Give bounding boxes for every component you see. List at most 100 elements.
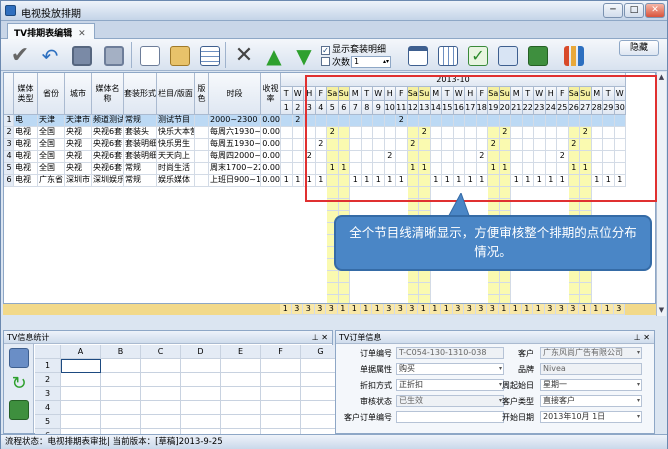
chart-button[interactable] xyxy=(559,41,587,69)
row-cell-media[interactable]: 电视 xyxy=(14,175,38,187)
schedule-day-cell[interactable] xyxy=(511,115,523,127)
row-cell-program[interactable]: 测试节目 xyxy=(157,115,195,127)
schedule-day-cell[interactable] xyxy=(361,127,373,139)
schedule-day-cell[interactable] xyxy=(580,139,592,151)
row-cell-color[interactable] xyxy=(195,151,209,163)
schedule-day-cell[interactable]: 2 xyxy=(304,151,316,163)
schedule-day-cell[interactable] xyxy=(373,163,385,175)
schedule-day-cell[interactable] xyxy=(338,151,350,163)
row-cell-program[interactable]: 快乐大本营 xyxy=(157,127,195,139)
schedule-day-cell[interactable] xyxy=(419,139,431,151)
sheet-cell[interactable] xyxy=(101,359,141,373)
row-cell-package[interactable]: 常规 xyxy=(124,115,157,127)
schedule-day-cell[interactable] xyxy=(304,127,316,139)
row-cell-slot[interactable]: 每周五1930~22 xyxy=(209,139,261,151)
schedule-day-cell[interactable] xyxy=(545,115,557,127)
schedule-day-cell[interactable] xyxy=(407,175,419,187)
sheet-cell[interactable] xyxy=(181,359,221,373)
schedule-day-cell[interactable] xyxy=(338,175,350,187)
day-header[interactable]: 12 xyxy=(407,101,419,115)
schedule-day-cell[interactable] xyxy=(488,115,500,127)
row-cell-channel[interactable]: 央视6套 xyxy=(92,139,124,151)
row-cell-num[interactable]: 3 xyxy=(4,139,14,151)
schedule-day-cell[interactable] xyxy=(327,139,339,151)
count-checkbox[interactable]: 次数 xyxy=(321,55,350,68)
schedule-day-cell[interactable] xyxy=(407,115,419,127)
row-cell-city[interactable]: 央视 xyxy=(65,151,92,163)
row-cell-province[interactable]: 全国 xyxy=(38,163,65,175)
schedule-day-cell[interactable] xyxy=(315,115,327,127)
schedule-day-cell[interactable]: 1 xyxy=(488,163,500,175)
schedule-day-cell[interactable]: 2 xyxy=(419,127,431,139)
minimize-button[interactable]: ─ xyxy=(603,3,623,18)
schedule-day-cell[interactable] xyxy=(373,115,385,127)
schedule-day-cell[interactable] xyxy=(511,163,523,175)
schedule-day-cell[interactable] xyxy=(453,163,465,175)
row-cell-rating[interactable]: 0.00 xyxy=(261,151,281,163)
sheet-row-header[interactable]: 5 xyxy=(35,415,61,429)
schedule-day-cell[interactable]: 1 xyxy=(361,175,373,187)
sheet-cell[interactable] xyxy=(181,401,221,415)
schedule-day-cell[interactable] xyxy=(350,151,362,163)
schedule-day-cell[interactable] xyxy=(396,163,408,175)
day-header[interactable]: 3 xyxy=(304,101,316,115)
schedule-day-cell[interactable] xyxy=(603,139,615,151)
schedule-day-cell[interactable] xyxy=(499,139,511,151)
sheet-cell[interactable] xyxy=(101,415,141,429)
column-header[interactable]: 收视率 xyxy=(261,73,281,115)
schedule-day-cell[interactable] xyxy=(545,163,557,175)
schedule-day-cell[interactable]: 1 xyxy=(304,175,316,187)
schedule-day-cell[interactable] xyxy=(419,175,431,187)
refresh-icon[interactable]: ↻ xyxy=(9,374,29,394)
customer-field[interactable]: 广东风尚广告有限公司 ▾ xyxy=(540,347,642,359)
schedule-day-cell[interactable]: 2 xyxy=(407,139,419,151)
day-header[interactable]: 28 xyxy=(591,101,603,115)
vertical-scrollbar[interactable]: ▲ ▼ xyxy=(656,72,666,316)
schedule-day-cell[interactable] xyxy=(315,163,327,175)
day-header[interactable]: 19 xyxy=(488,101,500,115)
row-cell-city[interactable]: 央视 xyxy=(65,163,92,175)
row-cell-slot[interactable]: 上班日900~120 xyxy=(209,175,261,187)
schedule-day-cell[interactable] xyxy=(557,163,569,175)
day-header[interactable]: 8 xyxy=(361,101,373,115)
day-header[interactable]: 11 xyxy=(396,101,408,115)
row-cell-package[interactable]: 常规 xyxy=(124,163,157,175)
schedule-day-cell[interactable] xyxy=(453,139,465,151)
schedule-day-cell[interactable] xyxy=(534,139,546,151)
sheet-row-header[interactable]: 4 xyxy=(35,401,61,415)
sheet-cell[interactable] xyxy=(261,359,301,373)
column-header[interactable]: 省份 xyxy=(38,73,65,115)
column-header[interactable]: 媒体类型 xyxy=(14,73,38,115)
schedule-day-cell[interactable]: 2 xyxy=(384,151,396,163)
schedule-day-cell[interactable] xyxy=(545,151,557,163)
schedule-day-cell[interactable]: 1 xyxy=(419,163,431,175)
hide-button[interactable]: 隐藏 xyxy=(619,40,659,56)
row-cell-media[interactable]: 电 xyxy=(14,115,38,127)
day-header[interactable]: 26 xyxy=(568,101,580,115)
sheet-cell[interactable] xyxy=(261,373,301,387)
day-header[interactable]: 25 xyxy=(557,101,569,115)
schedule-day-cell[interactable] xyxy=(281,115,293,127)
schedule-day-cell[interactable] xyxy=(603,115,615,127)
scroll-up-icon[interactable]: ▲ xyxy=(657,72,666,82)
schedule-day-cell[interactable] xyxy=(476,127,488,139)
schedule-day-cell[interactable]: 2 xyxy=(488,139,500,151)
schedule-day-cell[interactable] xyxy=(315,127,327,139)
excel-button[interactable] xyxy=(523,41,551,69)
sheet-cell[interactable] xyxy=(61,387,101,401)
schedule-day-cell[interactable] xyxy=(442,115,454,127)
pin-icon[interactable]: ⊥ ✕ xyxy=(312,331,328,344)
schedule-day-cell[interactable]: 1 xyxy=(430,175,442,187)
schedule-day-cell[interactable] xyxy=(499,115,511,127)
sheet-row-header[interactable]: 2 xyxy=(35,373,61,387)
row-cell-color[interactable] xyxy=(195,163,209,175)
schedule-day-cell[interactable] xyxy=(327,175,339,187)
schedule-day-cell[interactable]: 2 xyxy=(327,127,339,139)
row-cell-slot[interactable]: 周末1700~2200 xyxy=(209,163,261,175)
schedule-day-cell[interactable] xyxy=(591,127,603,139)
row-cell-channel[interactable]: 深圳娱乐 xyxy=(92,175,124,187)
schedule-day-cell[interactable] xyxy=(568,151,580,163)
schedule-day-cell[interactable]: 2 xyxy=(580,127,592,139)
schedule-day-cell[interactable] xyxy=(281,139,293,151)
sheet-cell[interactable] xyxy=(221,415,261,429)
